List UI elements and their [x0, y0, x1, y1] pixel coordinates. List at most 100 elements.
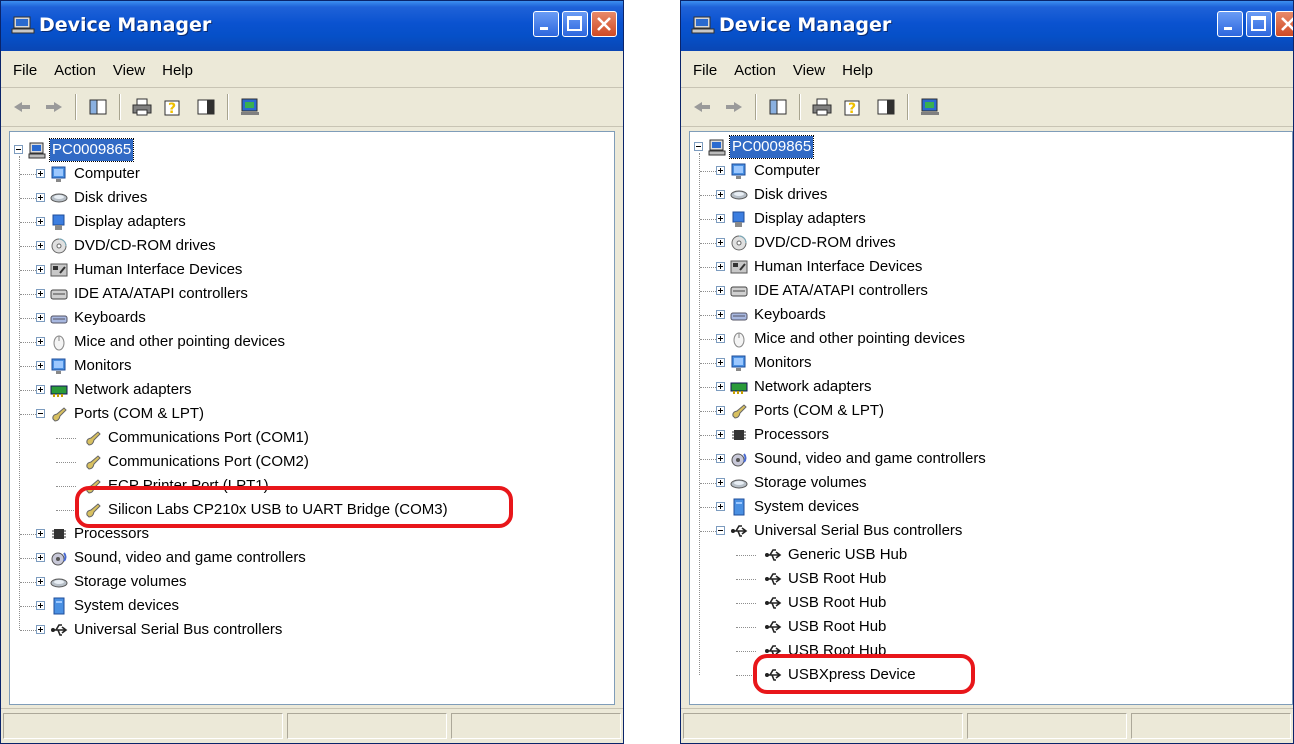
device-tree-panel[interactable]: PC0009865 Computer Disk drives Display adap… — [9, 131, 615, 705]
minimize-button[interactable] — [1217, 11, 1243, 37]
menu-action[interactable]: Action — [48, 60, 107, 81]
tree-item-label: Universal Serial Bus controllers — [74, 621, 283, 638]
expand-toggle[interactable] — [36, 217, 45, 226]
tree-item-label: Monitors — [74, 357, 132, 374]
expand-toggle[interactable] — [36, 601, 45, 610]
back-button[interactable] — [11, 96, 33, 118]
menu-file[interactable]: File — [687, 60, 728, 81]
storage-icon — [50, 578, 68, 588]
expand-toggle[interactable] — [716, 166, 725, 175]
expand-toggle[interactable] — [716, 214, 725, 223]
tree-item-label: Generic USB Hub — [788, 546, 908, 563]
mouse-icon — [733, 332, 745, 348]
collapse-toggle[interactable] — [694, 142, 703, 151]
tree-item-label: Processors — [754, 426, 830, 443]
tree-item-label: DVD/CD-ROM drives — [74, 237, 216, 254]
scan-hardware-icon — [921, 98, 939, 115]
keyboard-icon — [730, 312, 748, 321]
close-button[interactable] — [1275, 11, 1293, 37]
tree-item-label: Computer — [74, 165, 140, 182]
expand-toggle[interactable] — [716, 478, 725, 487]
expand-toggle[interactable] — [36, 289, 45, 298]
menu-view[interactable]: View — [107, 60, 156, 81]
scan-hardware-icon — [241, 98, 259, 115]
expand-toggle[interactable] — [716, 502, 725, 511]
title-bar[interactable]: Device Manager — [681, 1, 1293, 51]
monitor-icon — [51, 358, 66, 374]
device-tree-panel[interactable]: PC0009865 Computer Disk drives Display adap… — [689, 131, 1293, 705]
port-icon — [52, 407, 67, 422]
show-hide-console-tree-button[interactable] — [87, 96, 109, 118]
toolbar-separator — [755, 94, 757, 120]
scan-hardware-changes-button[interactable] — [239, 96, 261, 118]
status-cell — [451, 713, 621, 739]
expand-toggle[interactable] — [716, 310, 725, 319]
expand-toggle[interactable] — [36, 313, 45, 322]
menu-help[interactable]: Help — [156, 60, 204, 81]
expand-toggle[interactable] — [36, 241, 45, 250]
expand-toggle[interactable] — [36, 385, 45, 394]
toolbar-separator — [907, 94, 909, 120]
forward-arrow-icon — [726, 102, 742, 112]
show-hide-console-tree-button[interactable] — [767, 96, 789, 118]
expand-toggle[interactable] — [716, 430, 725, 439]
expand-toggle[interactable] — [36, 529, 45, 538]
computer-icon — [11, 16, 35, 34]
properties-icon — [877, 99, 895, 115]
expand-toggle[interactable] — [36, 193, 45, 202]
tree-item-label: Mice and other pointing devices — [74, 333, 285, 350]
tree-item-label: Disk drives — [74, 189, 148, 206]
svg-text:?: ? — [168, 101, 176, 116]
print-button[interactable] — [811, 96, 833, 118]
expand-toggle[interactable] — [36, 265, 45, 274]
help-button[interactable]: ? — [843, 96, 865, 118]
expand-toggle[interactable] — [716, 454, 725, 463]
scan-hardware-changes-button[interactable] — [919, 96, 941, 118]
expand-toggle[interactable] — [36, 337, 45, 346]
title-bar[interactable]: Device Manager — [1, 1, 623, 51]
expand-toggle[interactable] — [716, 286, 725, 295]
usb-icon — [765, 549, 782, 561]
expand-toggle[interactable] — [36, 553, 45, 562]
tree-connector — [56, 462, 76, 463]
status-cell — [1131, 713, 1291, 739]
print-button[interactable] — [131, 96, 153, 118]
collapse-toggle[interactable] — [36, 409, 45, 418]
expand-toggle[interactable] — [716, 406, 725, 415]
tree-connector — [736, 627, 756, 628]
tree-item-label: Display adapters — [754, 210, 866, 227]
collapse-toggle[interactable] — [14, 145, 23, 154]
maximize-button[interactable] — [1246, 11, 1272, 37]
expand-toggle[interactable] — [716, 382, 725, 391]
help-button[interactable]: ? — [163, 96, 185, 118]
expand-toggle[interactable] — [716, 334, 725, 343]
expand-toggle[interactable] — [36, 577, 45, 586]
tree-connector — [736, 651, 756, 652]
expand-toggle[interactable] — [716, 238, 725, 247]
menu-action[interactable]: Action — [728, 60, 787, 81]
properties-button[interactable] — [195, 96, 217, 118]
menu-view[interactable]: View — [787, 60, 836, 81]
cpu-icon — [732, 430, 746, 440]
help-icon: ? — [164, 100, 180, 116]
forward-button[interactable] — [723, 96, 745, 118]
expand-toggle[interactable] — [716, 358, 725, 367]
menu-file[interactable]: File — [7, 60, 48, 81]
tree-item-label: IDE ATA/ATAPI controllers — [754, 282, 928, 299]
forward-button[interactable] — [43, 96, 65, 118]
collapse-toggle[interactable] — [716, 526, 725, 535]
expand-toggle[interactable] — [716, 190, 725, 199]
expand-toggle[interactable] — [36, 625, 45, 634]
close-button[interactable] — [591, 11, 617, 37]
tree-connector — [56, 486, 76, 487]
menu-help[interactable]: Help — [836, 60, 884, 81]
tree-item-label: Human Interface Devices — [74, 261, 243, 278]
expand-toggle[interactable] — [716, 262, 725, 271]
expand-toggle[interactable] — [36, 169, 45, 178]
properties-button[interactable] — [875, 96, 897, 118]
system-icon — [53, 597, 65, 615]
minimize-button[interactable] — [533, 11, 559, 37]
expand-toggle[interactable] — [36, 361, 45, 370]
maximize-button[interactable] — [562, 11, 588, 37]
back-button[interactable] — [691, 96, 713, 118]
